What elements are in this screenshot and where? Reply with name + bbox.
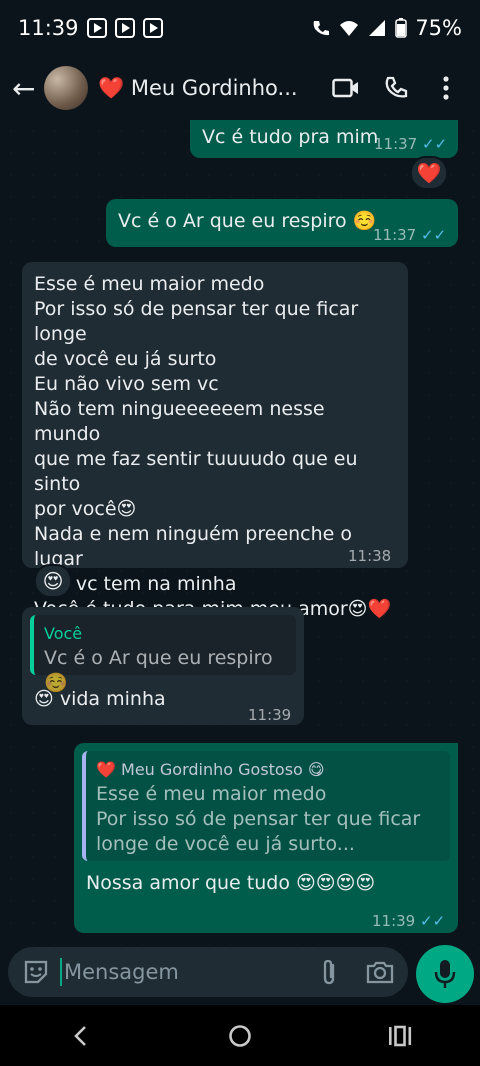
avatar[interactable] — [44, 66, 88, 110]
message-time: 11:39 ✓✓ — [372, 912, 446, 930]
message-text: Vc é o Ar que eu respiro ☺️ — [118, 210, 377, 232]
status-right: 75% — [311, 16, 462, 40]
microphone-icon — [434, 960, 456, 988]
paperclip-icon[interactable] — [318, 958, 340, 986]
message-time: 11:37 ✓✓ — [373, 226, 447, 244]
arrow-left-icon[interactable]: ← — [12, 72, 40, 105]
message-incoming-reply[interactable]: Você Vc é o Ar que eu respiro ☺️ 😍 vida … — [22, 607, 304, 725]
reaction-badge[interactable]: 😍 — [34, 564, 72, 598]
message-text: Vc é tudo pra mim — [202, 126, 379, 148]
chat-area[interactable]: Vc é tudo pra mim 11:37 ✓✓ ❤️ Vc é o Ar … — [0, 120, 480, 945]
message-incoming[interactable]: Esse é meu maior medo Por isso só de pen… — [22, 262, 408, 620]
quoted-message[interactable]: Você Vc é o Ar que eu respiro ☺️ — [30, 615, 296, 694]
message-line: que me faz sentir tuuuudo que eu sinto — [34, 448, 358, 495]
message-input[interactable]: Mensagem — [8, 947, 408, 997]
message-outgoing[interactable]: Vc é o Ar que eu respiro ☺️ 11:37 ✓✓ — [106, 199, 458, 247]
camera-icon[interactable] — [366, 960, 394, 984]
status-time: 11:39 — [18, 16, 79, 40]
contact-name-text: Meu Gordinho... — [130, 75, 298, 100]
read-ticks-icon: ✓✓ — [422, 135, 448, 153]
nav-recents-icon[interactable] — [370, 1016, 430, 1056]
system-nav-bar — [0, 1005, 480, 1066]
chat-header: ← ❤️ Meu Gordinho... — [0, 56, 480, 120]
message-line: Eu não vivo sem vc — [34, 373, 219, 395]
quote-line: longe de você eu já surto... — [96, 833, 355, 855]
message-line: de você eu já surto — [34, 348, 217, 370]
signal-icon — [369, 20, 386, 36]
message-text: Nossa amor que tudo 😍😍😍😍 — [86, 872, 376, 894]
wifi-icon — [340, 21, 359, 36]
microphone-button[interactable] — [416, 945, 474, 1003]
video-camera-icon[interactable] — [324, 66, 368, 110]
read-ticks-icon: ✓✓ — [420, 912, 446, 930]
message-outgoing[interactable]: Vc é tudo pra mim 11:37 ✓✓ — [190, 120, 458, 158]
message-line: por você😍 — [34, 498, 137, 520]
youtube-notification-icon — [86, 18, 107, 38]
youtube-notification-icon — [114, 18, 135, 38]
quote-author: Você — [44, 624, 83, 643]
message-time: 11:39 — [248, 706, 292, 724]
message-line: Nada e nem ninguém preenche o lugar — [34, 523, 353, 570]
message-line: que vc tem na minha — [34, 573, 237, 595]
message-placeholder: Mensagem — [64, 960, 179, 984]
quote-line: Por isso só de pensar ter que ficar — [96, 808, 421, 830]
quoted-message[interactable]: ❤️ Meu Gordinho Gostoso 😋 Esse é meu mai… — [82, 751, 450, 861]
reaction-badge[interactable]: ❤️ — [410, 156, 448, 190]
message-line: Por isso só de pensar ter que ficar long… — [34, 298, 359, 345]
composer: Mensagem — [0, 945, 480, 1005]
youtube-notification-icon — [142, 18, 163, 38]
quote-author: ❤️ Meu Gordinho Gostoso 😋 — [96, 760, 325, 779]
read-ticks-icon: ✓✓ — [421, 226, 447, 244]
quote-line: Esse é meu maior medo — [96, 783, 327, 805]
message-time: 11:37 ✓✓ — [374, 135, 448, 153]
more-vertical-icon[interactable] — [424, 66, 468, 110]
message-line: Esse é meu maior medo — [34, 273, 265, 295]
sticker-icon[interactable] — [22, 958, 50, 986]
message-outgoing-reply[interactable]: ❤️ Meu Gordinho Gostoso 😋 Esse é meu mai… — [74, 743, 458, 933]
nav-back-icon[interactable] — [50, 1016, 110, 1056]
nav-home-icon[interactable] — [210, 1016, 270, 1056]
phone-icon[interactable] — [374, 66, 418, 110]
contact-heart: ❤️ — [98, 75, 125, 100]
wifi-call-icon — [313, 21, 330, 36]
battery-icon — [395, 18, 408, 38]
text-cursor — [60, 958, 62, 986]
contact-name[interactable]: ❤️ Meu Gordinho... — [98, 76, 318, 101]
message-text: 😍 vida minha — [34, 688, 166, 710]
status-left: 11:39 — [18, 16, 163, 40]
battery-level: 75% — [415, 16, 462, 40]
message-time: 11:38 — [348, 547, 392, 565]
message-line: Não tem ningueeeeeem nesse mundo — [34, 398, 325, 445]
status-bar: 11:39 75% — [0, 0, 480, 56]
